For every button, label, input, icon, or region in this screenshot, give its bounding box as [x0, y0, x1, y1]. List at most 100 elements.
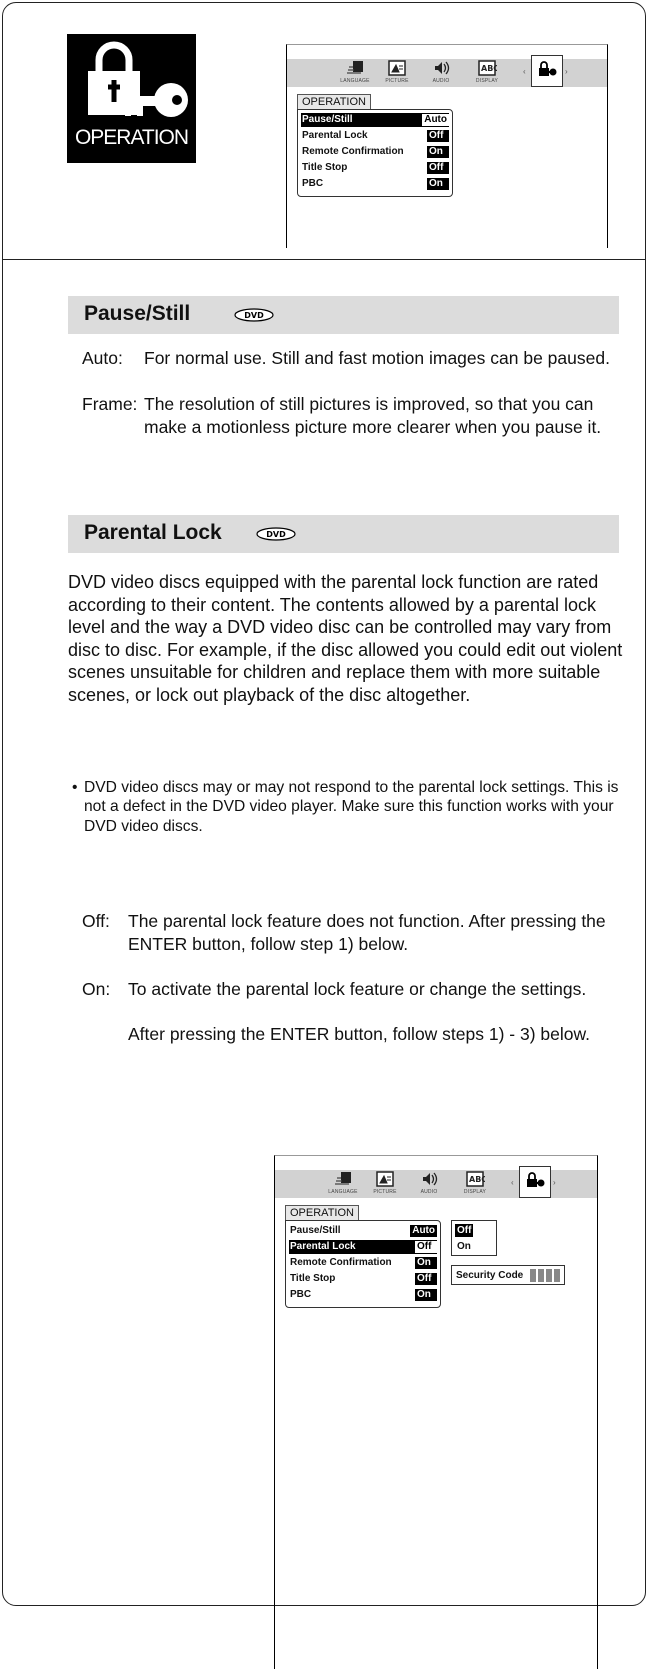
- row-name: Pause/Still: [302, 114, 353, 125]
- tab-left-arrow: ‹: [511, 1178, 514, 1187]
- bullet-text: DVD video discs may or may not respond t…: [84, 779, 619, 835]
- row-value: Off: [415, 1241, 437, 1253]
- row-name: Remote Confirmation: [290, 1257, 392, 1268]
- row-value: On: [415, 1257, 437, 1269]
- tab-right-arrow: ›: [553, 1178, 556, 1187]
- settings-menu: Pause/Still Auto Parental Lock Off Remote …: [285, 1220, 441, 1308]
- tab-bar: LANGUAGE PICTURE AUDIO ABC DISPLAY ‹ ›: [287, 55, 607, 87]
- dvd-badge-icon: DVD: [256, 527, 296, 541]
- def-term: On:: [82, 979, 111, 999]
- display-icon: ABC: [478, 60, 497, 76]
- language-icon: [335, 1172, 351, 1185]
- menu-row-title-stop[interactable]: Title Stop Off: [301, 161, 449, 175]
- row-name: PBC: [290, 1289, 312, 1300]
- code-digit-3: [546, 1269, 552, 1282]
- menu-row-parental-lock[interactable]: Parental Lock Off: [289, 1240, 437, 1254]
- tab-audio[interactable]: AUDIO: [421, 59, 461, 87]
- tab-audio-label: AUDIO: [420, 1189, 438, 1195]
- audio-icon: [423, 1172, 438, 1186]
- security-code-label: Security Code: [456, 1270, 524, 1281]
- def-term: Off:: [82, 911, 110, 931]
- tab-audio-label: AUDIO: [432, 78, 450, 84]
- section-title: Parental Lock: [84, 521, 222, 544]
- code-digit-2: [538, 1269, 544, 1282]
- row-name: Parental Lock: [302, 130, 368, 141]
- def-frame: Frame: The resolution of still pictures …: [82, 393, 632, 463]
- row-value: On: [427, 178, 449, 190]
- tab-left-arrow: ‹: [523, 67, 526, 76]
- def-desc: For normal use. Still and fast motion im…: [144, 348, 610, 368]
- tab-operation[interactable]: [519, 1166, 551, 1198]
- row-value: On: [427, 146, 449, 158]
- parental-lock-intro: DVD video discs equipped with the parent…: [68, 572, 623, 705]
- row-value: Off: [427, 130, 449, 142]
- tab-picture[interactable]: PICTURE: [377, 59, 417, 87]
- dvd-badge-text: DVD: [244, 311, 264, 320]
- operation-lock-icon: [539, 61, 557, 76]
- menu-row-parental-lock[interactable]: Parental Lock Off: [301, 129, 449, 143]
- menu-row-pbc[interactable]: PBC On: [289, 1288, 437, 1302]
- settings-menu: Pause/Still Auto Parental Lock Off Remote …: [297, 109, 453, 197]
- tab-language[interactable]: LANGUAGE: [335, 59, 375, 87]
- section-tab-operation: OPERATION: [297, 94, 371, 109]
- language-icon: [347, 61, 363, 74]
- section-header-parental-lock: Parental Lock DVD: [68, 515, 619, 553]
- osd-menu-top: LANGUAGE PICTURE AUDIO ABC DISPLAY ‹ › O…: [286, 44, 608, 248]
- def-on: On: To activate the parental lock featur…: [82, 978, 632, 1078]
- operation-lock-icon: [527, 1172, 545, 1187]
- badge-label: OPERATION: [74, 126, 189, 149]
- def-desc: The resolution of still pictures is impr…: [144, 394, 602, 437]
- tab-operation[interactable]: [531, 55, 563, 87]
- menu-row-pause-still[interactable]: Pause/Still Auto: [301, 113, 449, 127]
- menu-row-title-stop[interactable]: Title Stop Off: [289, 1272, 437, 1286]
- row-value: Off: [415, 1273, 437, 1285]
- dvd-badge-text: DVD: [266, 530, 286, 539]
- def-term: Frame:: [82, 394, 138, 414]
- tab-audio[interactable]: AUDIO: [409, 1170, 449, 1198]
- menu-row-remote-confirmation[interactable]: Remote Confirmation On: [289, 1256, 437, 1270]
- code-digit-1: [530, 1269, 536, 1282]
- row-value: Auto: [422, 114, 449, 126]
- picture-icon: [376, 1171, 394, 1187]
- tab-right-arrow: ›: [565, 67, 568, 76]
- def-desc-2: After pressing the ENTER button, follow …: [128, 1024, 591, 1044]
- display-icon: ABC: [466, 1171, 485, 1187]
- tab-language[interactable]: LANGUAGE: [323, 1170, 363, 1198]
- section-tab-operation: OPERATION: [285, 1205, 359, 1220]
- menu-row-pbc[interactable]: PBC On: [301, 177, 449, 191]
- operation-badge: OPERATION: [67, 34, 196, 163]
- row-name: Pause/Still: [290, 1225, 341, 1236]
- menu-row-pause-still[interactable]: Pause/Still Auto: [289, 1224, 437, 1238]
- row-value: Off: [427, 162, 449, 174]
- tab-picture[interactable]: PICTURE: [365, 1170, 405, 1198]
- def-auto: Auto: For normal use. Still and fast mot…: [82, 347, 632, 392]
- tab-display[interactable]: ABC DISPLAY: [455, 1170, 495, 1198]
- security-code-field[interactable]: Security Code: [451, 1265, 565, 1285]
- def-desc: To activate the parental lock feature or…: [128, 979, 587, 999]
- menu-row-remote-confirmation[interactable]: Remote Confirmation On: [301, 145, 449, 159]
- parental-lock-options: Off On: [451, 1220, 497, 1256]
- row-value: Auto: [410, 1225, 437, 1237]
- dvd-badge-icon: DVD: [234, 308, 274, 322]
- row-name: Parental Lock: [290, 1241, 356, 1252]
- option-off[interactable]: Off: [455, 1224, 474, 1237]
- picture-icon: [388, 60, 406, 76]
- header-divider: [2, 259, 646, 260]
- row-name: PBC: [302, 178, 324, 189]
- svg-text:ABC: ABC: [469, 1175, 485, 1184]
- tab-display-label: DISPLAY: [463, 1189, 487, 1195]
- code-digit-4: [554, 1269, 560, 1282]
- osd-menu-bottom: LANGUAGE PICTURE AUDIO ABC DISPLAY ‹ › O…: [274, 1155, 598, 1669]
- row-name: Title Stop: [290, 1273, 336, 1284]
- svg-text:ABC: ABC: [481, 64, 497, 73]
- def-term: Auto:: [82, 348, 123, 368]
- tab-display[interactable]: ABC DISPLAY: [467, 59, 507, 87]
- section-header-pause-still: Pause/Still DVD: [68, 296, 619, 334]
- row-name: Title Stop: [302, 162, 348, 173]
- def-desc: The parental lock feature does not funct…: [128, 911, 606, 954]
- option-on[interactable]: On: [455, 1240, 473, 1253]
- def-off: Off: The parental lock feature does not …: [82, 910, 632, 978]
- tab-display-label: DISPLAY: [475, 78, 499, 84]
- row-value: On: [415, 1289, 437, 1301]
- tab-bar: LANGUAGE PICTURE AUDIO ABC DISPLAY ‹ ›: [275, 1166, 597, 1198]
